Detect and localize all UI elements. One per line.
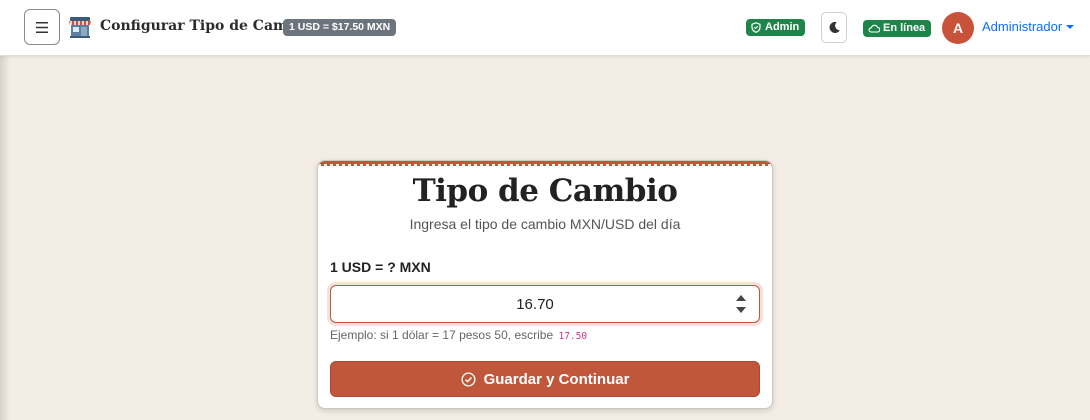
rate-field-label: 1 USD = ? MXN — [330, 259, 431, 275]
card-title: Tipo de Cambio — [412, 173, 678, 209]
rate-hint: Ejemplo: si 1 dólar = 17 pesos 50, escri… — [330, 328, 587, 342]
online-status-badge: En línea — [863, 20, 932, 37]
shield-icon — [751, 22, 761, 33]
hint-example-code: 17.50 — [558, 331, 588, 342]
sidebar-edge-shadow — [0, 56, 10, 420]
exchange-rate-input[interactable] — [331, 286, 759, 322]
current-rate-badge: 1 USD = $17.50 MXN — [283, 19, 397, 36]
save-continue-button[interactable]: Guardar y Continuar — [330, 361, 760, 397]
avatar[interactable]: A — [942, 12, 974, 44]
admin-badge-label: Admin — [765, 21, 800, 33]
cloud-icon — [868, 24, 880, 33]
admin-role-badge: Admin — [746, 19, 806, 36]
exchange-rate-card: Tipo de Cambio Ingresa el tipo de cambio… — [317, 160, 773, 409]
menu-toggle-button[interactable] — [24, 9, 60, 45]
app-title: Configurar Tipo de Cambio — [100, 18, 313, 34]
online-badge-label: En línea — [883, 22, 926, 34]
storefront-icon — [69, 17, 91, 38]
moon-icon — [829, 21, 840, 33]
card-subtitle: Ingresa el tipo de cambio MXN/USD del dí… — [409, 216, 681, 232]
theme-toggle-button[interactable] — [821, 12, 847, 43]
number-spinner[interactable] — [735, 295, 747, 313]
user-name-label: Administrador — [982, 19, 1063, 34]
save-button-label: Guardar y Continuar — [483, 370, 630, 388]
user-menu-dropdown[interactable]: Administrador — [982, 19, 1075, 34]
hint-text: Ejemplo: si 1 dólar = 17 pesos 50, escri… — [330, 328, 554, 342]
rate-input-container — [330, 285, 760, 323]
spin-up-icon[interactable] — [736, 295, 746, 301]
check-circle-icon — [461, 371, 476, 387]
card-accent-border — [318, 161, 772, 166]
spin-down-icon[interactable] — [736, 307, 746, 313]
hamburger-icon — [36, 21, 48, 33]
top-navbar: Configurar Tipo de Cambio 1 USD = $17.50… — [0, 0, 1090, 56]
caret-down-icon — [1066, 24, 1075, 29]
